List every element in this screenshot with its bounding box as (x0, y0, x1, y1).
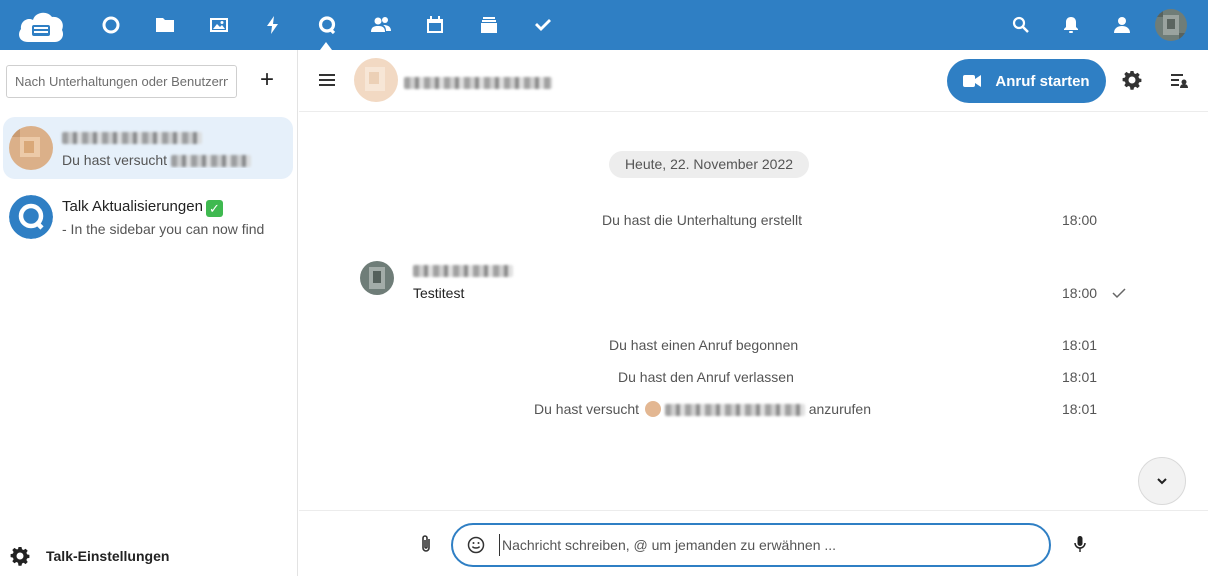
new-conversation-button[interactable]: + (252, 66, 282, 96)
redacted-author (413, 265, 513, 278)
message-time: 18:00 (1062, 285, 1098, 301)
microphone-icon[interactable] (1071, 535, 1089, 553)
conversation-item[interactable]: Du hast versucht (3, 117, 293, 179)
conversation-sidebar: + Du hast versucht Talk Akt (0, 50, 298, 576)
message-input-box[interactable] (451, 523, 1051, 567)
top-navigation-bar (0, 0, 1208, 50)
message-time: 18:01 (1062, 369, 1098, 385)
active-app-indicator (320, 42, 332, 50)
message-author-avatar[interactable] (360, 261, 394, 295)
message-author-redacted (413, 262, 513, 278)
scroll-to-bottom-button[interactable] (1138, 457, 1186, 505)
start-call-button[interactable]: Anruf starten (947, 59, 1106, 103)
notifications-icon[interactable] (1059, 13, 1083, 37)
conversation-avatar (9, 126, 53, 170)
system-message-suffix: anzurufen (808, 401, 872, 417)
contacts-menu-icon[interactable] (1109, 13, 1133, 37)
message-input[interactable] (499, 534, 1029, 556)
files-icon[interactable] (153, 13, 177, 37)
redacted-mention (664, 404, 805, 417)
gear-icon (10, 547, 30, 566)
message-composer (299, 510, 1208, 576)
chevron-down-icon (1157, 478, 1167, 485)
system-message-prefix: Du hast versucht (534, 401, 640, 417)
message-text: Testitest (413, 285, 465, 301)
talk-updates-avatar (9, 195, 53, 239)
paperclip-icon[interactable] (416, 534, 436, 554)
calendar-icon[interactable] (423, 13, 447, 37)
sidebar-toggle-icon[interactable] (1169, 70, 1189, 90)
emoji-icon[interactable] (467, 536, 485, 554)
chat-header: Anruf starten (299, 50, 1208, 112)
system-message: Du hast den Anruf verlassen (618, 369, 794, 385)
start-call-label: Anruf starten (995, 72, 1090, 90)
conversation-subtitle: Du hast versucht (62, 152, 168, 168)
user-avatar[interactable] (1155, 9, 1187, 41)
talk-settings-label: Talk-Einstellungen (46, 548, 170, 564)
system-message: Du hast einen Anruf begonnen (609, 337, 799, 353)
system-message-call-attempt: Du hast versucht anzurufen (534, 401, 871, 417)
message-time: 18:01 (1062, 401, 1098, 417)
message-time: 18:00 (1062, 212, 1098, 228)
activity-icon[interactable] (261, 13, 285, 37)
redacted-name (62, 132, 202, 145)
conversation-search-input[interactable] (6, 65, 237, 98)
message-sent-check-icon (1112, 288, 1126, 299)
message-time: 18:01 (1062, 337, 1098, 353)
mention-avatar (644, 401, 661, 417)
system-message: Du hast die Unterhaltung erstellt (602, 212, 802, 228)
redacted-title (404, 77, 552, 90)
conversation-name-redacted (62, 129, 202, 146)
conversation-last-message: Du hast versucht (62, 152, 282, 168)
talk-settings-button[interactable]: Talk-Einstellungen (10, 546, 169, 566)
video-camera-icon (963, 75, 982, 87)
conversation-name: Talk Aktualisierungen ✓ (62, 198, 223, 217)
contacts-icon[interactable] (369, 13, 393, 37)
conversation-item[interactable]: Talk Aktualisierungen ✓ - In the sidebar … (3, 186, 293, 248)
conversation-settings-gear-icon[interactable] (1122, 70, 1142, 90)
dashboard-icon[interactable] (99, 13, 123, 37)
hamburger-menu-icon[interactable] (317, 70, 337, 90)
photos-icon[interactable] (207, 13, 231, 37)
conversation-title-redacted (404, 74, 552, 90)
conversation-avatar[interactable] (354, 58, 398, 102)
conversation-last-message: - In the sidebar you can now find (62, 221, 265, 237)
conversation-name-text: Talk Aktualisierungen (62, 198, 203, 215)
check-mark-icon: ✓ (205, 200, 223, 217)
date-separator: Heute, 22. November 2022 (609, 151, 809, 178)
search-icon[interactable] (1009, 13, 1033, 37)
deck-icon[interactable] (477, 13, 501, 37)
tasks-icon[interactable] (531, 13, 555, 37)
nextcloud-logo[interactable] (16, 8, 66, 44)
redacted-text (170, 155, 251, 168)
talk-icon[interactable] (315, 13, 339, 37)
